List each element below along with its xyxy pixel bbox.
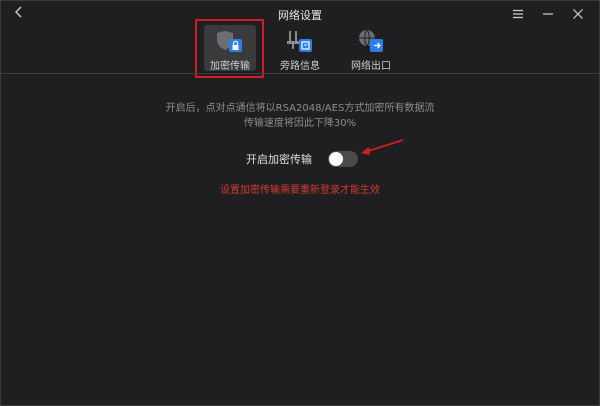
- highlight-box: [195, 19, 264, 78]
- warning-text: 设置加密传输需要重新登录才能生效: [220, 185, 380, 196]
- bypass-network-icon: [286, 28, 314, 54]
- toggle-label: 开启加密传输: [246, 153, 312, 166]
- encryption-toggle[interactable]: [328, 151, 358, 167]
- encryption-toggle-row: 开启加密传输: [246, 151, 358, 167]
- minimize-button[interactable]: [533, 4, 563, 24]
- close-icon: [573, 9, 583, 19]
- close-button[interactable]: [563, 4, 593, 24]
- tab-label: 旁路信息: [280, 61, 320, 72]
- tab-label: 网络出口: [351, 61, 391, 72]
- tab-bar: 加密传输 旁路信息 网络出口: [1, 23, 599, 73]
- annotation-arrow: [361, 139, 404, 155]
- toggle-knob: [329, 152, 343, 166]
- window-controls: [503, 4, 593, 24]
- tab-bypass-info[interactable]: 旁路信息: [274, 25, 326, 72]
- header-divider: [1, 73, 599, 74]
- network-settings-window: 网络设置 加密传输 旁路信息 网络出口 开启后，点对点通信将以RSA2048/A…: [0, 0, 600, 406]
- minimize-icon: [543, 13, 553, 15]
- description-line-1: 开启后，点对点通信将以RSA2048/AES方式加密所有数据流: [165, 103, 435, 114]
- network-exit-icon: [357, 28, 385, 54]
- description: 开启后，点对点通信将以RSA2048/AES方式加密所有数据流 传输速度将因此下…: [1, 101, 599, 131]
- menu-button[interactable]: [503, 4, 533, 24]
- hamburger-icon: [513, 9, 523, 19]
- description-line-2: 传输速度将因此下降30%: [243, 118, 357, 129]
- tab-network-exit[interactable]: 网络出口: [345, 25, 397, 72]
